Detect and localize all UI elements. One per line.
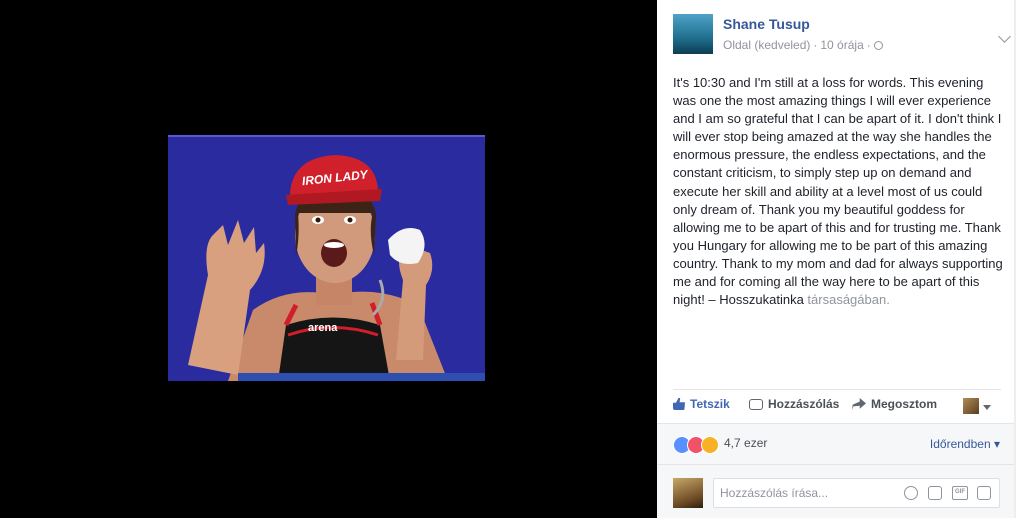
comment-button-label: Hozzászólás [768, 397, 840, 411]
page-type-label: Oldal (kedveled) [723, 38, 811, 52]
commenter-avatar [673, 478, 703, 508]
comment-icon [749, 398, 763, 410]
post-header: Shane Tusup Oldal (kedveled) · 10 órája · [673, 14, 1011, 58]
comment-box: GIF [713, 478, 1000, 508]
author-name-link[interactable]: Shane Tusup [723, 16, 810, 32]
post-body: It's 10:30 and I'm still at a loss for w… [673, 74, 1003, 309]
share-button-label: Megosztom [871, 397, 937, 411]
suit-logo: arena [308, 322, 338, 334]
reactions-bar: 4,7 ezer Időrendben ▾ [657, 423, 1016, 464]
post-meta: Oldal (kedveled) · 10 órája · [723, 38, 883, 52]
with-tag-label: társaságában. [807, 292, 890, 308]
comment-composer: GIF [657, 464, 1016, 518]
acting-as-avatar[interactable] [963, 398, 979, 414]
globe-icon [873, 41, 883, 50]
swimmer-photo-drawing: arena IRON LADY [168, 135, 485, 381]
share-button[interactable]: Megosztom [852, 397, 937, 411]
sticker-icon[interactable] [977, 486, 991, 500]
comment-sort-dropdown[interactable]: Időrendben ▾ [930, 437, 1000, 451]
action-bar: Tetszik Hozzászólás Megosztom [673, 391, 1001, 419]
post-timestamp[interactable]: 10 órája [820, 38, 863, 52]
wow-reaction-icon[interactable] [701, 436, 719, 454]
photo-viewer-stage: arena IRON LADY [0, 0, 657, 518]
author-avatar[interactable] [673, 14, 713, 54]
divider [673, 389, 1001, 390]
comment-button[interactable]: Hozzászólás [749, 397, 839, 411]
post-body-text: It's 10:30 and I'm still at a loss for w… [673, 75, 1003, 308]
smiley-icon[interactable] [904, 486, 918, 500]
meta-separator: · [866, 38, 871, 52]
comment-input[interactable] [714, 479, 906, 507]
share-icon [852, 398, 866, 410]
reaction-count[interactable]: 4,7 ezer [724, 436, 767, 450]
camera-icon[interactable] [928, 486, 942, 500]
thumbs-up-icon [673, 398, 685, 410]
caret-down-icon[interactable] [983, 405, 991, 410]
meta-separator: · [813, 38, 818, 52]
chevron-down-icon[interactable] [998, 30, 1011, 43]
post-sidebar: Shane Tusup Oldal (kedveled) · 10 órája · I… [657, 0, 1016, 518]
like-button[interactable]: Tetszik [673, 397, 730, 411]
like-button-label: Tetszik [690, 397, 730, 411]
gif-icon[interactable]: GIF [952, 486, 968, 500]
sort-label: Időrendben [929, 437, 991, 451]
post-photo[interactable]: arena IRON LADY [168, 135, 485, 381]
